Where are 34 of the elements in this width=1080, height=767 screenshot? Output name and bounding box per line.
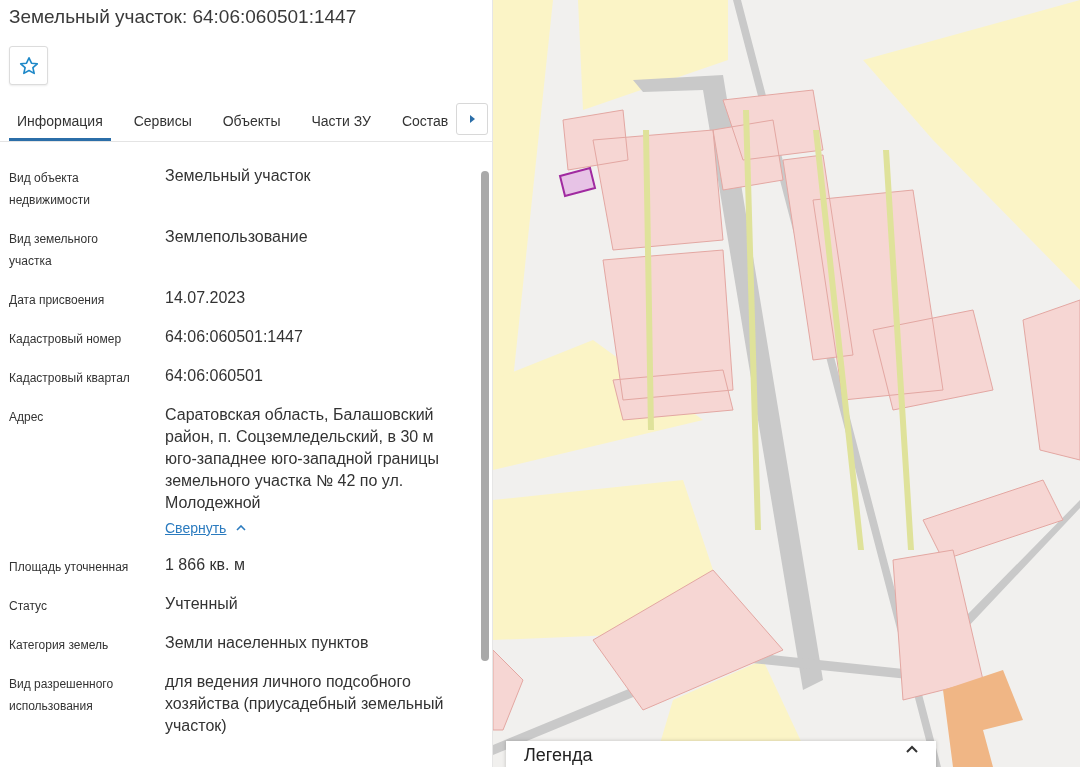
- field-value: для ведения личного подсобного хозяйства (приусадебный земельный участок): [165, 672, 445, 736]
- field-value: Учтенный: [165, 594, 239, 614]
- page-title: Земельный участок: 64:06:060501:1447: [9, 5, 357, 29]
- legend-title: Легенда: [524, 745, 593, 765]
- caret-up-icon[interactable]: [906, 745, 918, 753]
- field-value: Земли населенных пунктов: [165, 633, 370, 653]
- star-icon: [18, 55, 39, 76]
- field-label: Кадастровый номер: [9, 331, 123, 348]
- favorite-button[interactable]: [9, 46, 48, 85]
- field-label: Вид разрешенного использования: [9, 676, 115, 715]
- collapse-link[interactable]: Свернуть: [165, 517, 247, 539]
- field-label: Категория земель: [9, 637, 110, 654]
- field-label: Статус: [9, 598, 48, 615]
- field-value: 64:06:060501:1447: [165, 327, 304, 347]
- tab[interactable]: Состав: [393, 103, 457, 141]
- field-label: Кадастровый квартал: [9, 370, 131, 387]
- field-value: 14.07.2023: [165, 288, 247, 308]
- tab[interactable]: Части ЗУ: [303, 103, 379, 141]
- caret-right-icon: [469, 115, 475, 123]
- tab[interactable]: Сервисы: [125, 103, 200, 141]
- field-value: Земельный участок: [165, 166, 312, 186]
- field-label: Адрес: [9, 409, 45, 426]
- caret-up-icon: [236, 525, 247, 531]
- tab[interactable]: Объекты: [214, 103, 289, 141]
- field-label: Вид земельного участка: [9, 231, 99, 270]
- field-value: Землепользование: [165, 227, 309, 247]
- scrollbar[interactable]: [481, 171, 489, 661]
- field-value: 64:06:060501: [165, 366, 264, 386]
- tab[interactable]: Информация: [9, 103, 111, 141]
- field-value: 1 866 кв. м: [165, 555, 246, 575]
- field-label: Вид объекта недвижимости: [9, 170, 91, 209]
- field-value: Саратовская область, Балашовский район, п. Соцземледельский, в 30 м юго-западнее юго-западной границы земельного участка № 42 по ул. Молодежной: [165, 405, 440, 513]
- field-label: Площадь уточненная: [9, 559, 130, 576]
- field-label: Дата присвоения: [9, 292, 106, 309]
